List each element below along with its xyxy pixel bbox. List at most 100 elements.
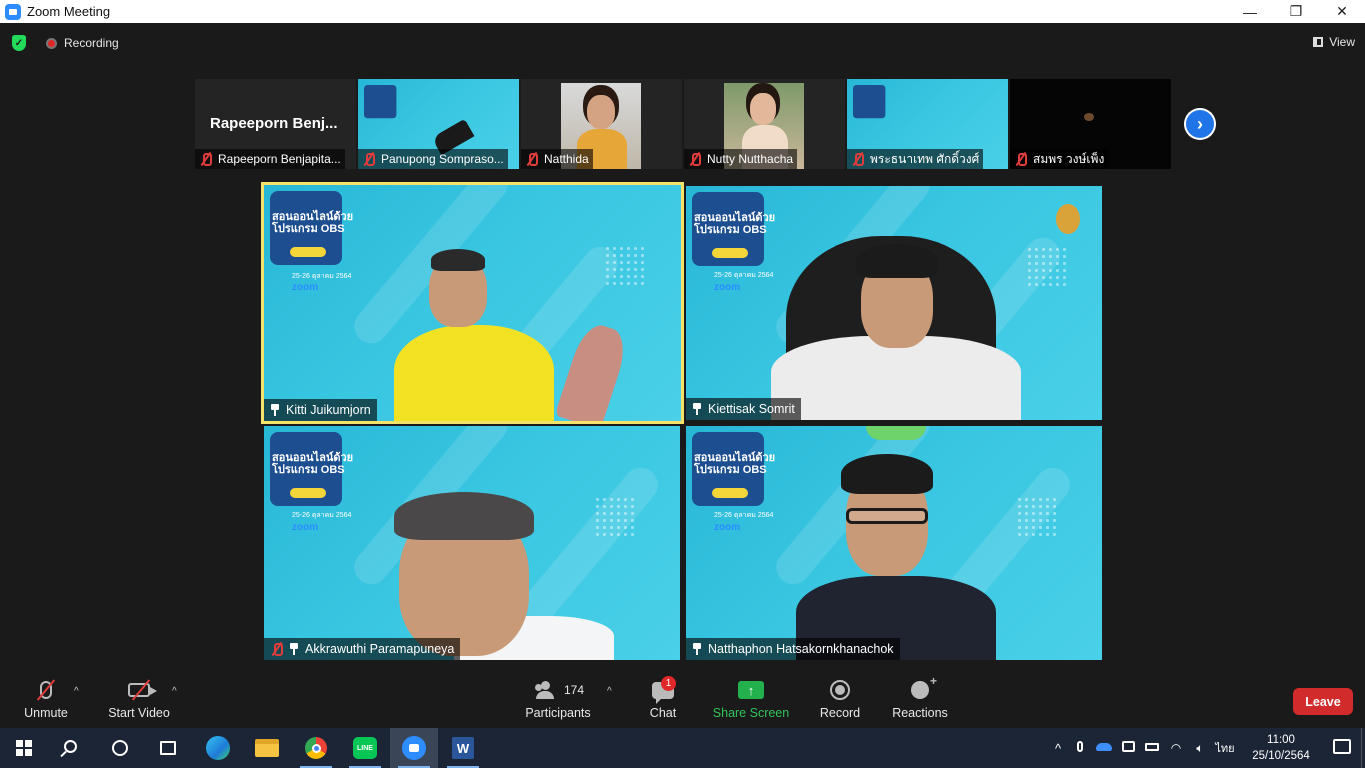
edge-taskbar-button[interactable] (194, 728, 242, 768)
event-poster: สอนออนไลน์ด้วย โปรแกรม OBS (270, 191, 353, 265)
record-icon (830, 680, 850, 700)
show-desktop-button[interactable] (1361, 728, 1365, 768)
muted-mic-icon (270, 642, 284, 656)
participant-name: Kitti Juikumjorn (286, 403, 371, 417)
event-poster (364, 85, 397, 119)
word-taskbar-button[interactable]: W (439, 728, 487, 768)
minimize-button[interactable]: — (1227, 0, 1273, 23)
recording-indicator-icon (46, 38, 57, 49)
thumbnail-tile[interactable]: สมพร วงษ์เพ็ง (1010, 79, 1171, 169)
search-icon (60, 740, 77, 758)
task-view-icon (160, 741, 176, 755)
record-button[interactable]: Record (816, 674, 864, 720)
action-center-notification-icon[interactable] (1333, 739, 1351, 754)
poster-zoom: zoom (714, 282, 741, 293)
pin-icon (270, 404, 280, 416)
event-poster: สอนออนไลน์ด้วย โปรแกรม OBS (692, 432, 775, 506)
participant-video (394, 325, 554, 421)
video-tile[interactable]: สอนออนไลน์ด้วย โปรแกรม OBS 25-26 ตุลาคม 2… (686, 186, 1102, 420)
volume-speaker-icon[interactable]: 🔈︎ (1188, 741, 1212, 756)
participants-button[interactable]: 174 Participants (524, 674, 592, 720)
video-tile-active-speaker[interactable]: สอนออนไลน์ด้วย โปรแกรม OBS 25-26 ตุลาคม 2… (261, 182, 684, 424)
participants-label: Participants (525, 706, 591, 720)
participant-name: Rapeeporn Benjapita... (218, 152, 341, 166)
windows-logo-icon (16, 740, 32, 756)
muted-mic-icon (525, 152, 539, 166)
next-page-button[interactable]: › (1184, 108, 1216, 140)
participant-name: Kiettisak Somrit (708, 402, 795, 416)
video-tile[interactable]: สอนออนไลน์ด้วย โปรแกรม OBS 25-26 ตุลาคม 2… (686, 426, 1102, 660)
reaction-smiley-icon (911, 674, 937, 699)
search-button[interactable] (48, 728, 96, 768)
microphone-tray-icon[interactable] (1068, 741, 1092, 755)
video-options-caret-icon[interactable]: ^ (172, 686, 177, 697)
windows-taskbar: LINE W ^ ◠ 🔈︎ ไทย 11:00 25/10/2564 (0, 728, 1365, 768)
muted-mic-icon (688, 152, 702, 166)
participant-name: Akkrawuthi Paramapuneya (305, 642, 455, 656)
close-button[interactable]: ✕ (1319, 0, 1365, 23)
participant-name: สมพร วงษ์เพ็ง (1033, 151, 1105, 166)
poster-date: 25-26 ตุลาคม 2564 (714, 272, 774, 279)
input-language-indicator[interactable]: ไทย (1212, 739, 1238, 757)
thumbnail-tile[interactable]: Nutty Nutthacha (684, 79, 845, 169)
leave-button[interactable]: Leave (1293, 688, 1353, 715)
participants-count: 174 (563, 683, 585, 697)
share-screen-label: Share Screen (712, 706, 790, 720)
poster-date: 25-26 ตุลาคม 2564 (292, 512, 352, 519)
poster-zoom: zoom (292, 282, 319, 293)
file-explorer-taskbar-button[interactable] (243, 728, 291, 768)
task-view-button[interactable] (144, 728, 192, 768)
start-button[interactable] (0, 728, 48, 768)
chat-button[interactable]: 1 Chat (643, 674, 683, 720)
taskbar-clock[interactable]: 11:00 25/10/2564 (1251, 732, 1311, 764)
thumbnail-tile[interactable]: Natthida (521, 79, 682, 169)
unmute-button[interactable]: Unmute (20, 674, 72, 720)
chrome-icon (305, 737, 327, 759)
participant-video (1084, 113, 1094, 121)
security-shield-icon[interactable]: ✓ (12, 35, 26, 51)
event-poster: สอนออนไลน์ด้วย โปรแกรม OBS (692, 192, 775, 266)
view-label: View (1329, 35, 1355, 49)
event-poster: สอนออนไลน์ด้วย โปรแกรม OBS (270, 432, 353, 506)
network-warning-icon[interactable] (1116, 741, 1140, 755)
cortana-button[interactable] (96, 728, 144, 768)
restore-button[interactable]: ❐ (1273, 0, 1319, 23)
muted-mic-icon (1014, 152, 1028, 166)
thumbnail-tile[interactable]: Rapeeporn Benj... Rapeeporn Benjapita... (195, 79, 356, 169)
folder-icon (255, 739, 279, 757)
muted-mic-icon (362, 152, 376, 166)
wifi-icon[interactable]: ◠ (1164, 741, 1188, 755)
onedrive-cloud-icon[interactable] (1092, 742, 1116, 754)
line-taskbar-button[interactable]: LINE (341, 728, 389, 768)
view-button[interactable]: View (1313, 35, 1355, 49)
audio-options-caret-icon[interactable]: ^ (74, 686, 79, 697)
show-hidden-icons-chevron-icon[interactable]: ^ (1048, 741, 1068, 756)
thumbnail-tile[interactable]: Panupong Somprasо... (358, 79, 519, 169)
share-screen-button[interactable]: ↑ Share Screen (712, 674, 790, 720)
video-tile[interactable]: สอนออนไลน์ด้วย โปรแกรม OBS 25-26 ตุลาคม 2… (264, 426, 680, 660)
poster-date: 25-26 ตุลาคม 2564 (714, 512, 774, 519)
clock-time: 11:00 (1267, 734, 1295, 746)
participants-options-caret-icon[interactable]: ^ (607, 686, 612, 697)
pin-icon (692, 403, 702, 415)
poster-zoom: zoom (292, 522, 319, 533)
participant-name: พระธนาเทพ ศักดิ์วงศ์ (870, 151, 980, 166)
record-label: Record (819, 706, 861, 720)
reactions-button[interactable]: Reactions (890, 674, 950, 720)
chat-unread-badge: 1 (661, 676, 676, 691)
chevron-right-icon: › (1186, 110, 1214, 138)
participant-name: Natthaphon Hatsakornkhanachok (708, 642, 894, 656)
participant-name: Natthida (544, 152, 589, 166)
zoom-logo-icon (5, 3, 21, 20)
participants-icon (532, 681, 558, 699)
window-titlebar: Zoom Meeting — ❐ ✕ (0, 0, 1365, 23)
university-seal-icon (1056, 204, 1080, 234)
zoom-taskbar-button[interactable] (390, 728, 438, 768)
battery-icon[interactable] (1140, 742, 1164, 754)
recording-label[interactable]: Recording (64, 36, 119, 50)
thumbnail-tile[interactable]: พระธนาเทพ ศักดิ์วงศ์ (847, 79, 1008, 169)
chrome-taskbar-button[interactable] (292, 728, 340, 768)
start-video-button[interactable]: Start Video (106, 674, 172, 720)
event-poster (853, 85, 886, 119)
window-title: Zoom Meeting (27, 4, 111, 19)
